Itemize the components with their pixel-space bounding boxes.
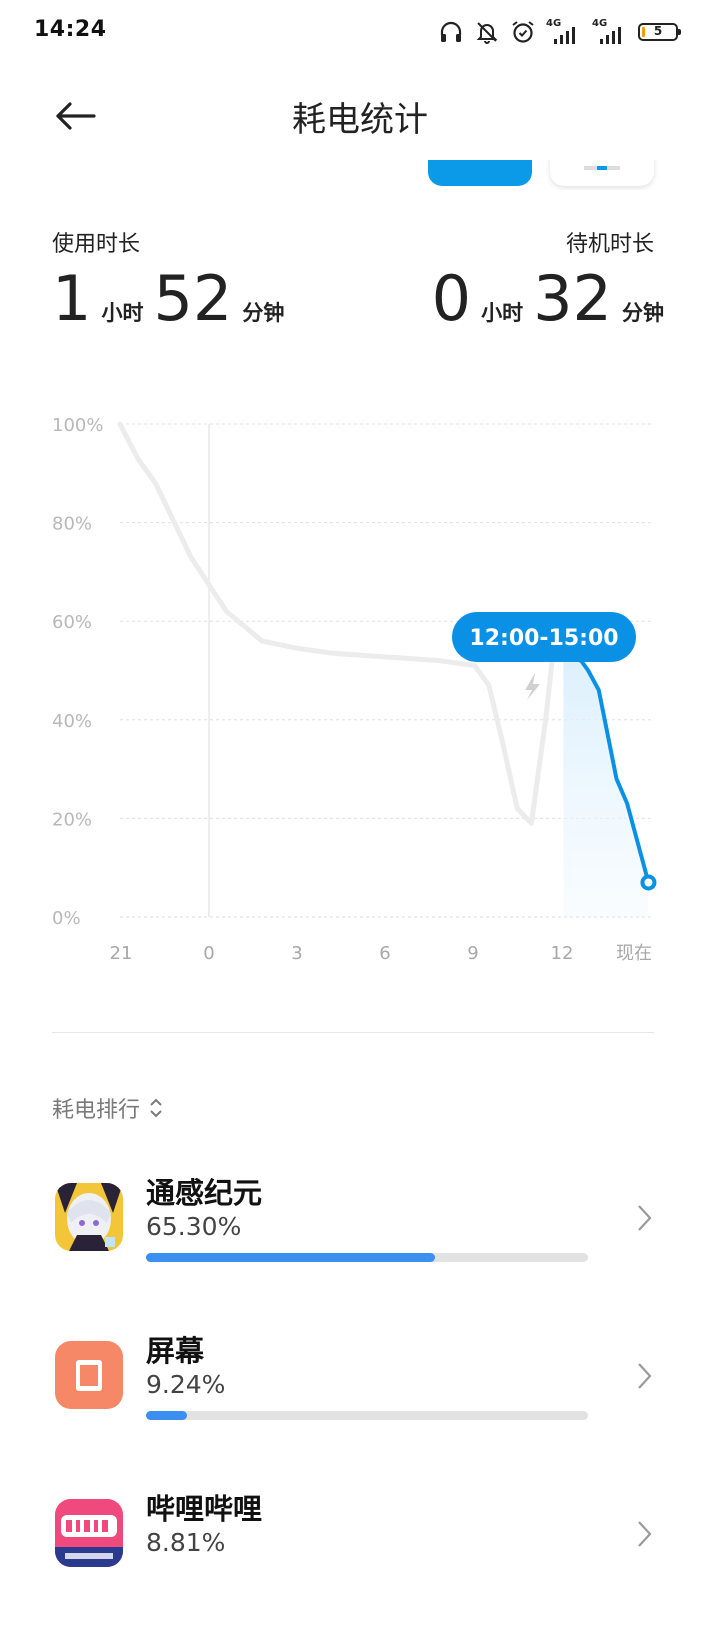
ranking-title: 耗电排行 — [52, 1098, 141, 1123]
battery-chart[interactable]: 100% 80% 60% 40% 20% 0% 21 0 3 6 9 12 现在 12:00-15:00 — [0, 390, 720, 990]
y-tick-label: 0% — [52, 908, 81, 929]
app-name: 哔哩哔哩 — [146, 1492, 263, 1526]
x-tick-label: 3 — [291, 943, 302, 964]
x-tick-label: 0 — [203, 943, 214, 964]
list-item[interactable]: 屏幕 9.24% — [0, 1318, 720, 1468]
usage-bar — [146, 1411, 588, 1420]
screen-icon — [55, 1341, 123, 1409]
battery-icon: 5 — [638, 23, 681, 41]
standby-time-value: 0 小时 32 分钟 — [432, 262, 664, 335]
hour-unit: 小时 — [481, 301, 524, 325]
tooltip-label: 12:00-15:00 — [469, 626, 618, 651]
chevron-right-icon — [638, 1521, 652, 1547]
sort-updown-icon — [150, 1098, 162, 1118]
x-tick-label: 6 — [379, 943, 390, 964]
x-tick-label: 9 — [467, 943, 478, 964]
app-percent: 8.81% — [146, 1528, 226, 1557]
use-time-value: 1 小时 52 分钟 — [52, 262, 294, 335]
view-toggle-left[interactable] — [428, 160, 532, 186]
ranking-sort-button[interactable]: 耗电排行 — [52, 1092, 164, 1124]
battery-level: 5 — [653, 24, 663, 38]
y-tick-label: 60% — [52, 612, 92, 633]
minute-unit: 分钟 — [242, 301, 285, 325]
status-time: 14:24 — [34, 17, 107, 42]
current-point-inner — [644, 878, 653, 887]
chevron-right-icon — [638, 1363, 652, 1389]
chevron-right-icon — [638, 1205, 652, 1231]
use-hours: 1 — [52, 262, 92, 335]
y-tick-label: 40% — [52, 711, 92, 732]
divider — [52, 1032, 654, 1033]
headphones-icon — [440, 21, 462, 42]
signal-icon: 4G — [546, 18, 582, 46]
app-name: 屏幕 — [146, 1334, 205, 1368]
anime-game-icon — [55, 1183, 123, 1251]
view-toggle-right[interactable] — [550, 160, 654, 186]
scrolled-section — [0, 160, 720, 190]
hour-unit: 小时 — [101, 301, 144, 325]
status-bar: 14:24 4G 4G 5 — [0, 0, 720, 64]
signal-icon: 4G — [592, 18, 628, 46]
app-percent: 65.30% — [146, 1212, 242, 1241]
use-time-label: 使用时长 — [52, 232, 141, 257]
x-tick-label: 12 — [551, 943, 574, 964]
silent-bell-icon — [476, 22, 498, 44]
usage-bar-fill — [146, 1253, 435, 1262]
y-tick-label: 20% — [52, 809, 92, 830]
x-tick-label: 现在 — [616, 943, 652, 964]
minute-unit: 分钟 — [622, 301, 664, 325]
page-title: 耗电统计 — [292, 100, 428, 140]
list-item[interactable]: 哔哩哔哩 8.81% — [0, 1476, 720, 1626]
app-name: 通感纪元 — [146, 1176, 263, 1210]
y-tick-label: 100% — [52, 415, 103, 436]
standby-hours: 0 — [431, 262, 472, 335]
list-item[interactable]: 通感纪元 65.30% — [0, 1160, 720, 1310]
y-tick-label: 80% — [52, 514, 92, 535]
highlight-area — [563, 655, 649, 917]
alarm-icon — [512, 21, 534, 43]
standby-time-label: 待机时长 — [565, 232, 654, 257]
app-percent: 9.24% — [146, 1370, 226, 1399]
bilibili-icon — [55, 1499, 123, 1567]
status-icons: 4G 4G 5 — [438, 16, 681, 48]
standby-minutes: 32 — [533, 262, 612, 335]
use-minutes: 52 — [153, 262, 233, 335]
lightning-icon — [525, 673, 540, 700]
x-tick-label: 21 — [110, 943, 133, 964]
usage-bar — [146, 1253, 588, 1262]
usage-bar-fill — [146, 1411, 187, 1420]
